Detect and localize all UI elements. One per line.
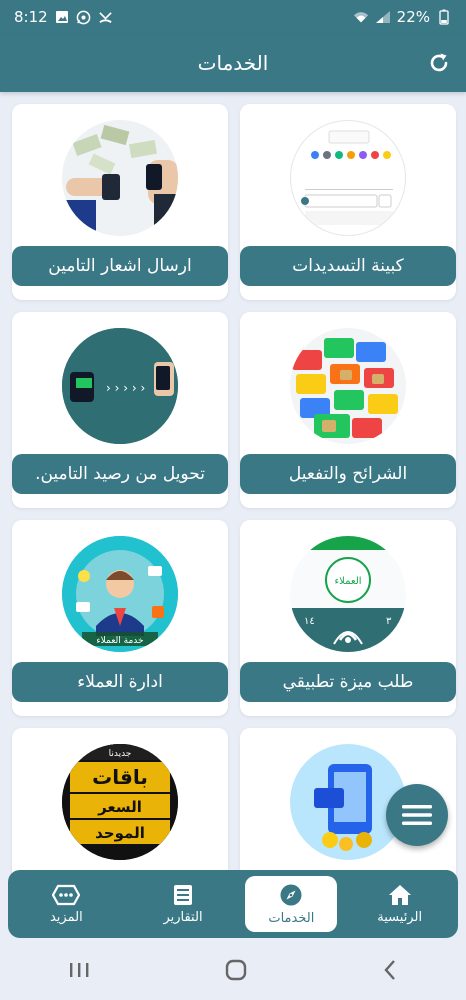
- nav-services-label: الخدمات: [268, 910, 315, 926]
- nav-more[interactable]: المزيد: [8, 870, 125, 938]
- system-navigation-bar: [0, 944, 466, 1000]
- nav-reports[interactable]: التقارير: [125, 870, 242, 938]
- card-label: الشرائح والتفعيل: [240, 454, 456, 494]
- status-time: 8:12: [14, 8, 48, 26]
- signal-icon: [375, 9, 391, 25]
- services-grid: كبينة التسديدات ارسال اشعار التامين الشر…: [0, 92, 466, 880]
- home-circle-icon: [225, 959, 247, 981]
- battery-percent: 22%: [396, 8, 430, 26]
- card-label: تحويل من رصيد التامين.: [12, 454, 228, 494]
- sims-thumbnail: [290, 328, 406, 444]
- card-request-app-feature[interactable]: العملاء ٣ ١٤ طلب ميزة تطبيقي: [240, 520, 456, 716]
- transfer-thumbnail: › › › › ›: [62, 328, 178, 444]
- svg-text:١٤: ١٤: [304, 616, 315, 627]
- nav-reports-label: التقارير: [163, 909, 203, 925]
- page-title: الخدمات: [197, 51, 269, 75]
- missed-call-icon: [98, 9, 114, 25]
- menu-fab-button[interactable]: [386, 784, 448, 846]
- card-label: كبينة التسديدات: [240, 246, 456, 286]
- packages-line3: الموحد: [95, 824, 145, 842]
- refresh-button[interactable]: [422, 46, 456, 80]
- card-transfer-insurance-balance[interactable]: › › › › › تحويل من رصيد التامين.: [12, 312, 228, 508]
- svg-text:› › › › ›: › › › › ›: [106, 381, 145, 395]
- card-unified-price-packages[interactable]: جديدنا باقات السعر الموحد: [12, 728, 228, 880]
- packages-line1: باقات: [92, 765, 148, 789]
- battery-icon: [436, 9, 452, 25]
- nav-home-label: الرئيسية: [377, 909, 423, 925]
- status-bar: 8:12 22%: [0, 0, 466, 34]
- whatsapp-icon: [76, 9, 92, 25]
- card-sims-activation[interactable]: الشرائح والتفعيل: [240, 312, 456, 508]
- recent-apps-button[interactable]: [68, 961, 90, 983]
- card-label: ادارة العملاء: [12, 662, 228, 702]
- bottom-navigation: المزيد التقارير الخدمات الرئيسية: [8, 870, 458, 938]
- reports-icon: [174, 884, 192, 905]
- home-icon: [388, 884, 411, 905]
- packages-thumbnail: جديدنا باقات السعر الموحد: [62, 744, 178, 860]
- payments-cabin-thumbnail: [290, 120, 406, 236]
- back-system-button[interactable]: [382, 959, 398, 985]
- wifi-icon: [353, 9, 369, 25]
- nav-more-label: المزيد: [49, 909, 83, 925]
- card-label: طلب ميزة تطبيقي: [240, 662, 456, 702]
- refresh-icon: [430, 53, 448, 72]
- packages-line2: السعر: [97, 798, 142, 816]
- feature-thumb-text: العملاء: [334, 576, 361, 587]
- more-icon: [52, 884, 81, 905]
- svg-text:٣: ٣: [386, 616, 392, 627]
- card-label: ارسال اشعار التامين: [12, 246, 228, 286]
- hamburger-menu-icon: [402, 805, 432, 825]
- compass-icon: [280, 884, 302, 905]
- insurance-notification-thumbnail: [62, 120, 178, 236]
- nav-services[interactable]: الخدمات: [245, 876, 338, 932]
- app-feature-thumbnail: العملاء ٣ ١٤: [290, 536, 406, 652]
- recent-apps-icon: [69, 963, 89, 977]
- card-payments-cabin[interactable]: كبينة التسديدات: [240, 104, 456, 300]
- back-chevron-icon: [384, 960, 396, 980]
- customers-thumb-caption: خدمة العملاء: [96, 636, 143, 646]
- packages-badge: جديدنا: [109, 749, 132, 759]
- card-customer-management[interactable]: خدمة العملاء ادارة العملاء: [12, 520, 228, 716]
- home-system-button[interactable]: [225, 959, 247, 985]
- card-send-insurance-notification[interactable]: ارسال اشعار التامين: [12, 104, 228, 300]
- app-bar: الخدمات: [0, 34, 466, 92]
- nav-home[interactable]: الرئيسية: [341, 870, 458, 938]
- customer-service-thumbnail: خدمة العملاء: [62, 536, 178, 652]
- image-notification-icon: [54, 9, 70, 25]
